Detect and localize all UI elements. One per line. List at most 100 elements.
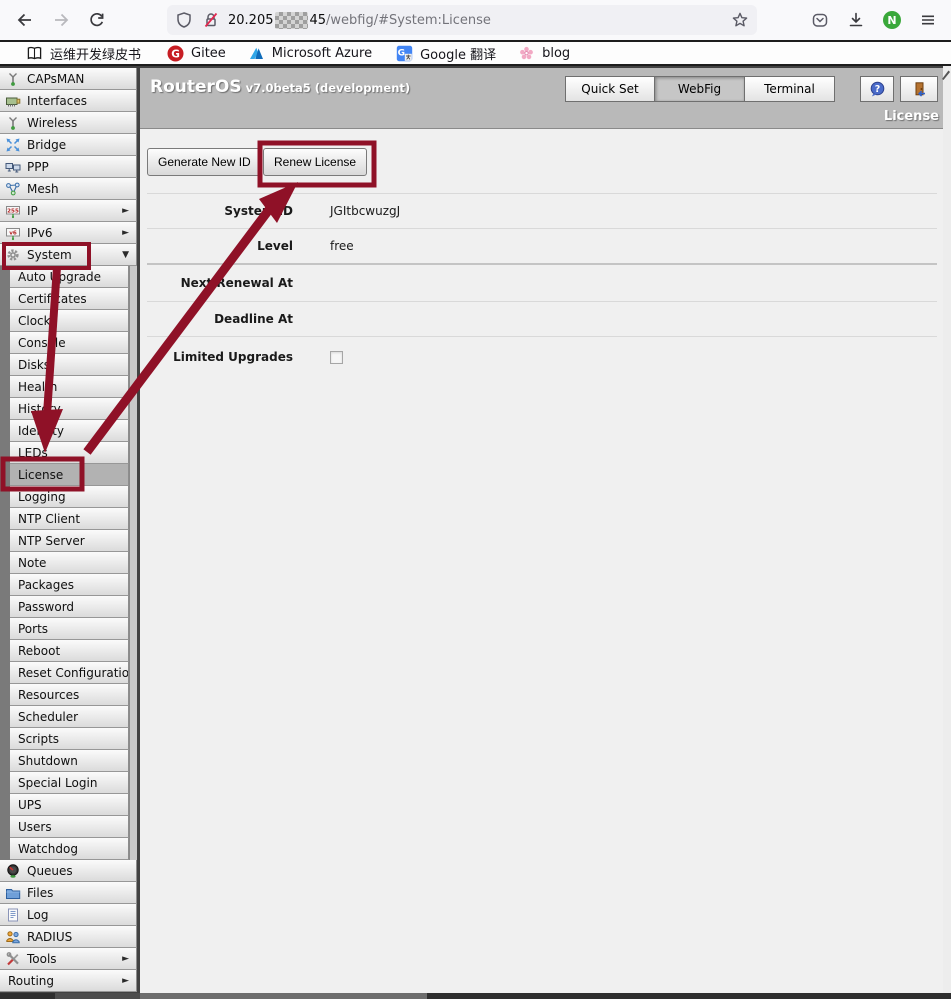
sidebar-item-label: Wireless [27, 116, 77, 130]
webfig-button[interactable]: WebFig [655, 76, 745, 102]
sidebar-item-log[interactable]: Log [0, 904, 137, 926]
sidebar-item-system[interactable]: System ▼ [0, 244, 137, 266]
forward-button[interactable] [46, 5, 76, 35]
svg-text:v6: v6 [9, 230, 17, 236]
terminal-button[interactable]: Terminal [745, 76, 835, 102]
sidebar-item-radius[interactable]: RADIUS [0, 926, 137, 948]
pocket-button[interactable] [805, 5, 835, 35]
submenu-item-identity[interactable]: Identity [10, 420, 129, 442]
submenu-item-packages[interactable]: Packages [10, 574, 129, 596]
url-bar[interactable]: 20.20545/webfig/#System:License [167, 5, 757, 35]
sidebar-item-mesh[interactable]: Mesh [0, 178, 137, 200]
sidebar-item-interfaces[interactable]: Interfaces [0, 90, 137, 112]
url-text: 20.20545/webfig/#System:License [228, 12, 491, 29]
field-row-system-id: System ID JGItbcwuzgJ [147, 194, 937, 229]
svg-text:G: G [398, 48, 405, 58]
bookmark-gitee[interactable]: G Gitee [163, 43, 230, 63]
bridge-icon [5, 137, 21, 153]
svg-text:255: 255 [7, 208, 19, 214]
field-row-limited-upgrades: Limited Upgrades [147, 337, 937, 377]
bookmark-azure[interactable]: Microsoft Azure [244, 43, 376, 63]
field-label: Level [147, 239, 293, 253]
submenu-item-scripts[interactable]: Scripts [10, 728, 129, 750]
svg-text:?: ? [874, 83, 880, 94]
sidebar: CAPsMAN Interfaces Wireless Bridge PPP M… [0, 68, 137, 992]
field-value: free [330, 239, 354, 253]
antenna-icon [5, 115, 21, 131]
google-translate-icon: G [396, 45, 413, 62]
bookmark-google-translate[interactable]: G Google 翻译 [392, 43, 500, 63]
sidebar-item-label: Mesh [27, 182, 59, 196]
submenu-scrollbar[interactable] [129, 266, 137, 860]
routeros-brand: RouterOSv7.0beta5 (development) [150, 77, 410, 97]
submenu-item-certificates[interactable]: Certificates [10, 288, 129, 310]
limited-upgrades-checkbox[interactable] [330, 351, 343, 364]
brand-version: v7.0beta5 (development) [246, 81, 411, 95]
submenu-item-ntp-server[interactable]: NTP Server [10, 530, 129, 552]
submenu-item-special-login[interactable]: Special Login [10, 772, 129, 794]
bookmark-label: blog [542, 46, 570, 61]
submenu-item-license[interactable]: License [10, 464, 129, 486]
sidebar-item-ppp[interactable]: PPP [0, 156, 137, 178]
submenu-item-ups[interactable]: UPS [10, 794, 129, 816]
submenu-item-ports[interactable]: Ports [10, 618, 129, 640]
generate-new-id-button[interactable]: Generate New ID [147, 148, 262, 176]
submenu-item-ntp-client[interactable]: NTP Client [10, 508, 129, 530]
sidebar-item-bridge[interactable]: Bridge [0, 134, 137, 156]
bookmark-blog[interactable]: blog [514, 43, 574, 63]
submenu-item-health[interactable]: Health [10, 376, 129, 398]
flower-icon [518, 45, 535, 62]
logout-button[interactable] [900, 76, 938, 102]
submenu-item-resources[interactable]: Resources [10, 684, 129, 706]
sidebar-item-files[interactable]: Files [0, 882, 137, 904]
sidebar-item-ip[interactable]: 255 IP ► [0, 200, 137, 222]
submenu-item-history[interactable]: History [10, 398, 129, 420]
sidebar-item-ipv6[interactable]: v6 IPv6 ► [0, 222, 137, 244]
submenu-item-reboot[interactable]: Reboot [10, 640, 129, 662]
gauge-icon [5, 863, 21, 879]
field-label: System ID [147, 204, 293, 218]
sidebar-item-wireless[interactable]: Wireless [0, 112, 137, 134]
sidebar-item-queues[interactable]: Queues [0, 860, 137, 882]
bookmark-greenbook[interactable]: 运维开发绿皮书 [22, 43, 145, 63]
bookmark-star-icon[interactable] [731, 11, 749, 29]
submenu-item-shutdown[interactable]: Shutdown [10, 750, 129, 772]
submenu-item-console[interactable]: Console [10, 332, 129, 354]
submenu-item-clock[interactable]: Clock [10, 310, 129, 332]
sidebar-item-label: System [27, 248, 72, 262]
ppp-monitors-icon [5, 159, 21, 175]
quick-set-button[interactable]: Quick Set [565, 76, 655, 102]
downloads-button[interactable] [841, 5, 871, 35]
sidebar-item-tools[interactable]: Tools ► [0, 948, 137, 970]
submenu-item-leds[interactable]: LEDs [10, 442, 129, 464]
submenu-item-password[interactable]: Password [10, 596, 129, 618]
sidebar-item-label: Bridge [27, 138, 66, 152]
scrollbar-segment [0, 993, 55, 999]
submenu-item-reset-configuration[interactable]: Reset Configuration [10, 662, 129, 684]
sidebar-item-capsman[interactable]: CAPsMAN [0, 68, 137, 90]
submenu-item-logging[interactable]: Logging [10, 486, 129, 508]
azure-icon [248, 45, 265, 62]
sidebar-item-label: PPP [27, 160, 49, 174]
submenu-item-watchdog[interactable]: Watchdog [10, 838, 129, 860]
tools-icon [5, 951, 21, 967]
users-icon [5, 929, 21, 945]
back-button[interactable] [10, 5, 40, 35]
submenu-item-scheduler[interactable]: Scheduler [10, 706, 129, 728]
submenu-item-disks[interactable]: Disks [10, 354, 129, 376]
screen: 20.20545/webfig/#System:License N 运维开发绿皮… [0, 0, 951, 999]
submenu-item-note[interactable]: Note [10, 552, 129, 574]
license-fields: System ID JGItbcwuzgJ Level free Next Re… [147, 193, 937, 377]
help-button[interactable]: ? [860, 76, 894, 102]
sidebar-item-routing[interactable]: Routing ► [0, 970, 137, 992]
help-icon: ? [869, 81, 886, 98]
reload-button[interactable] [82, 5, 112, 35]
edit-skin-pencil-icon[interactable] [941, 67, 951, 81]
submenu-item-auto-upgrade[interactable]: Auto Upgrade [10, 266, 129, 288]
menu-button[interactable] [913, 5, 943, 35]
submenu-item-users[interactable]: Users [10, 816, 129, 838]
horizontal-scrollbar-thumb[interactable] [140, 993, 427, 999]
bookmark-label: 运维开发绿皮书 [50, 44, 141, 63]
extension-button[interactable]: N [877, 5, 907, 35]
renew-license-button[interactable]: Renew License [263, 148, 367, 176]
